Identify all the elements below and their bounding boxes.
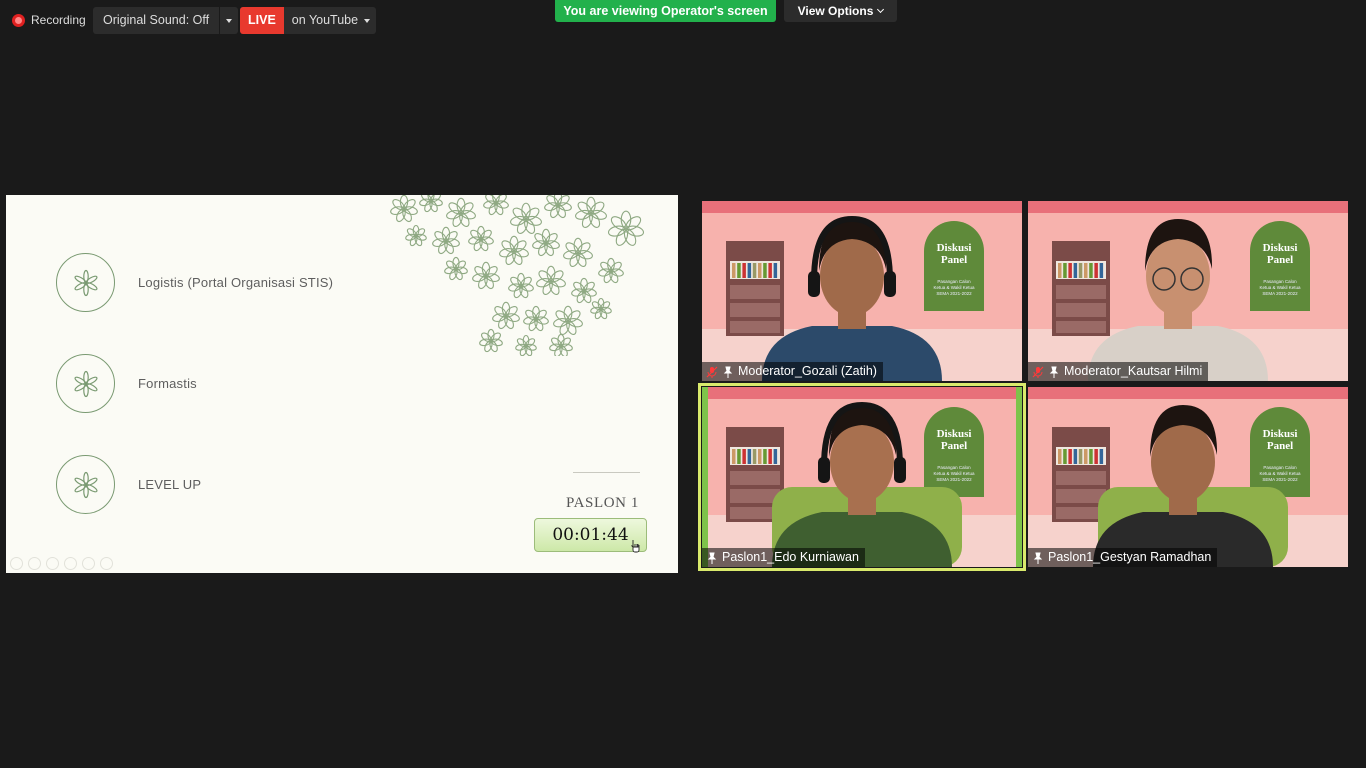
svg-text:Ketua & Wakil Ketua: Ketua & Wakil Ketua <box>1259 285 1301 290</box>
pin-icon <box>1033 552 1043 564</box>
participant-name: Paslon1_Edo Kurniawan <box>722 550 859 564</box>
svg-text:Panel: Panel <box>941 440 967 452</box>
mic-muted-icon <box>706 366 718 378</box>
pen-icon[interactable] <box>46 557 59 570</box>
svg-text:Ketua & Wakil Ketua: Ketua & Wakil Ketua <box>933 285 975 290</box>
asterisk-flower-icon <box>56 354 115 413</box>
viewing-screen-banner: You are viewing Operator's screen <box>555 0 776 22</box>
video-feed: DiskusiPanel Pasangan CalonKetua & Wakil … <box>1028 387 1348 567</box>
asterisk-flower-icon <box>56 455 115 514</box>
asterisk-flower-icon <box>56 253 115 312</box>
slide-item: LEVEL UP <box>56 455 201 514</box>
hand-cursor-icon <box>631 540 640 553</box>
svg-text:Ketua & Wakil Ketua: Ketua & Wakil Ketua <box>1259 471 1301 476</box>
participant-name-tag: Paslon1_Gestyan Ramadhan <box>1028 548 1218 567</box>
svg-text:Diskusi: Diskusi <box>937 428 972 440</box>
participant-name: Paslon1_Gestyan Ramadhan <box>1048 550 1212 564</box>
slide-item: Formastis <box>56 354 197 413</box>
video-tile[interactable]: Diskusi Panel Pasangan Calon Ketua & Wakil … <box>1028 201 1348 381</box>
participant-name: Moderator_Gozali (Zatih) <box>738 364 877 378</box>
caret-down-icon <box>226 18 233 23</box>
grid-icon[interactable] <box>64 557 77 570</box>
svg-text:Panel: Panel <box>1267 440 1293 452</box>
live-badge: LIVE <box>240 7 284 34</box>
svg-text:SEMA 2021-2022: SEMA 2021-2022 <box>1262 291 1298 296</box>
original-sound-control[interactable]: Original Sound: Off <box>93 7 239 34</box>
video-tile[interactable]: Diskusi Panel Pasangan Calon Ketua & Wakil … <box>1028 387 1348 567</box>
zoom-icon[interactable] <box>82 557 95 570</box>
svg-text:Pasangan Calon: Pasangan Calon <box>1263 465 1297 470</box>
chevron-down-icon <box>877 5 885 14</box>
live-stream-control[interactable]: LIVE on YouTube <box>240 7 377 34</box>
mic-muted-icon <box>1032 366 1044 378</box>
caret-down-icon <box>364 18 371 23</box>
prev-slide-icon[interactable] <box>10 557 23 570</box>
video-tile[interactable]: Diskusi Panel Pasangan Calon Ketua & Wakil … <box>702 201 1022 381</box>
svg-text:Diskusi: Diskusi <box>1263 428 1298 440</box>
participant-name-tag: Moderator_Gozali (Zatih) <box>702 362 883 381</box>
video-feed: DiskusiPanel Pasangan CalonKetua & Wakil … <box>702 201 1022 381</box>
participant-name-tag: Paslon1_Edo Kurniawan <box>702 548 865 567</box>
pin-icon <box>723 366 733 378</box>
svg-text:SEMA 2021-2022: SEMA 2021-2022 <box>936 477 972 482</box>
svg-text:Diskusi: Diskusi <box>1263 242 1298 254</box>
recording-indicator[interactable]: Recording <box>12 10 86 30</box>
svg-text:SEMA 2021-2022: SEMA 2021-2022 <box>1262 477 1298 482</box>
more-icon[interactable] <box>100 557 113 570</box>
slide-item-label: Logistis (Portal Organisasi STIS) <box>138 275 334 290</box>
original-sound-dropdown[interactable] <box>220 7 238 34</box>
recording-label: Recording <box>31 13 86 27</box>
svg-text:Pasangan Calon: Pasangan Calon <box>1263 279 1297 284</box>
next-slide-icon[interactable] <box>28 557 41 570</box>
svg-text:SEMA 2021-2022: SEMA 2021-2022 <box>936 291 972 296</box>
live-target-label: on YouTube <box>291 13 359 27</box>
divider <box>573 472 640 473</box>
view-options-label: View Options <box>797 4 874 18</box>
live-target-dropdown[interactable]: on YouTube <box>284 7 376 34</box>
svg-text:Diskusi: Diskusi <box>937 242 972 254</box>
svg-text:Pasangan Calon: Pasangan Calon <box>937 279 971 284</box>
participant-name: Moderator_Kautsar Hilmi <box>1064 364 1203 378</box>
slide-item-label: LEVEL UP <box>138 477 202 492</box>
svg-text:Panel: Panel <box>1267 254 1293 266</box>
speaker-label: PASLON 1 <box>566 495 640 511</box>
svg-text:Panel: Panel <box>941 254 967 266</box>
shared-screen-slide: Logistis (Portal Organisasi STIS) Formas… <box>6 195 678 573</box>
svg-text:Ketua & Wakil Ketua: Ketua & Wakil Ketua <box>933 471 975 476</box>
floral-decoration <box>390 195 645 356</box>
pin-icon <box>1049 366 1059 378</box>
video-tile-active-speaker[interactable]: Diskusi Panel Pasangan Calon Ketua & Wakil … <box>698 383 1026 571</box>
participant-name-tag: Moderator_Kautsar Hilmi <box>1028 362 1209 381</box>
record-icon <box>12 13 25 27</box>
original-sound-button[interactable]: Original Sound: Off <box>93 7 221 34</box>
slide-item-label: Formastis <box>138 376 197 391</box>
slide-controls <box>10 557 113 570</box>
video-feed: DiskusiPanel Pasangan CalonKetua & Wakil … <box>702 387 1022 567</box>
view-options-button[interactable]: View Options <box>784 0 897 22</box>
video-feed: DiskusiPanel Pasangan CalonKetua & Wakil … <box>1028 201 1348 381</box>
slide-item: Logistis (Portal Organisasi STIS) <box>56 253 333 312</box>
svg-text:Pasangan Calon: Pasangan Calon <box>937 465 971 470</box>
pin-icon <box>707 552 717 564</box>
